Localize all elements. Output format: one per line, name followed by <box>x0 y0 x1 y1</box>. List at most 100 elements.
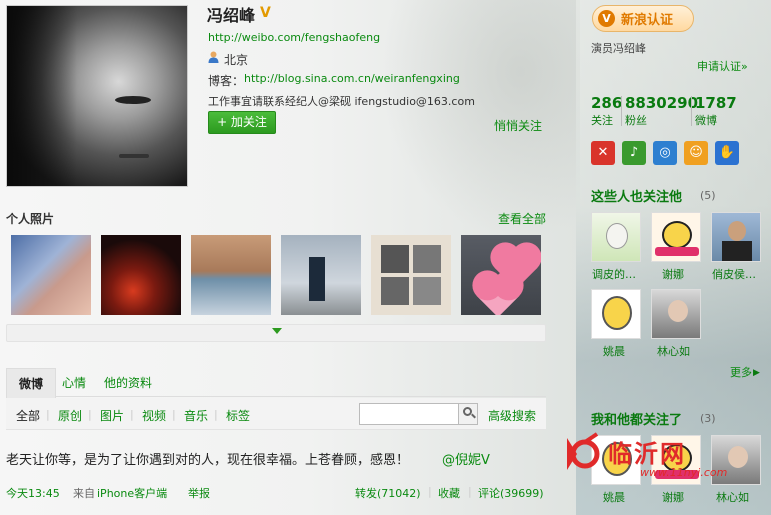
apply-verify-link[interactable]: 申请认证» <box>697 58 748 74</box>
photo-frame <box>413 277 441 305</box>
weibo-url-link[interactable]: http://weibo.com/fengshaofeng <box>208 31 380 44</box>
filter-separator: | <box>88 408 92 421</box>
app-icon-hand[interactable]: ✋ <box>715 141 739 165</box>
photo-thumbnail[interactable] <box>461 235 541 315</box>
more-link[interactable]: 更多 <box>730 364 752 380</box>
user-name[interactable]: 林心如 <box>716 489 749 505</box>
verify-description: 演员冯绍峰 <box>591 42 646 55</box>
search-input[interactable] <box>359 403 459 425</box>
app-icon-orange[interactable]: ☺ <box>684 141 708 165</box>
follow-also-title: 这些人也关注他 <box>591 190 683 205</box>
photo-face <box>728 446 748 468</box>
blog-link[interactable]: http://blog.sina.com.cn/weiranfengxing <box>244 72 460 85</box>
photo-thumbnail[interactable] <box>101 235 181 315</box>
filter-separator: | <box>172 408 176 421</box>
post-mention-link[interactable]: @倪妮V <box>442 449 490 468</box>
tab-bar <box>6 367 546 397</box>
action-separator: | <box>468 485 472 498</box>
weibo-count[interactable]: 1787 <box>695 94 737 112</box>
quiet-follow-link[interactable]: 悄悄关注 <box>494 117 542 134</box>
tab-profile[interactable]: 他的资料 <box>104 374 152 391</box>
photo-face <box>728 221 746 241</box>
user-name[interactable]: 谢娜 <box>662 489 684 505</box>
app-icon-red[interactable]: ✕ <box>591 141 615 165</box>
weibo-label[interactable]: 微博 <box>695 112 717 128</box>
cartoon-face <box>662 221 692 249</box>
profile-location: 北京 <box>224 53 249 67</box>
photo-thumbnail[interactable] <box>11 235 91 315</box>
background-decoration <box>380 0 580 240</box>
photo-thumbnail[interactable] <box>191 235 271 315</box>
user-avatar[interactable] <box>591 212 641 262</box>
filter-separator: | <box>214 408 218 421</box>
watermark-url: www.11nyi.com <box>640 466 728 479</box>
more-arrow-icon[interactable]: ▶ <box>753 368 760 378</box>
favorite-link[interactable]: 收藏 <box>438 485 460 501</box>
filter-videos[interactable]: 视频 <box>142 407 166 424</box>
photo-face <box>668 300 688 322</box>
verify-v-icon: V <box>598 10 615 27</box>
app-icon-green[interactable]: ♪ <box>622 141 646 165</box>
user-location-icon <box>208 51 219 63</box>
filter-tags[interactable]: 标签 <box>226 407 250 424</box>
mutual-follow-count: (3) <box>700 412 716 425</box>
user-name[interactable]: 调皮的… <box>592 266 636 282</box>
user-avatar[interactable] <box>651 289 701 339</box>
cartoon-face <box>602 296 632 330</box>
repost-link[interactable]: 转发(71042) <box>355 485 421 501</box>
profile-name: 冯绍峰 <box>207 6 256 25</box>
user-name[interactable]: 谢娜 <box>662 266 684 282</box>
user-avatar[interactable] <box>591 289 641 339</box>
user-name[interactable]: 俏皮侯… <box>712 266 756 282</box>
filter-all[interactable]: 全部 <box>16 407 40 424</box>
fans-label[interactable]: 粉丝 <box>625 112 647 128</box>
watermark-logo <box>567 432 600 470</box>
post-time-link[interactable]: 今天13:45 <box>6 485 60 501</box>
blog-label: 博客： <box>208 74 245 88</box>
filter-music[interactable]: 音乐 <box>184 407 208 424</box>
profile-avatar[interactable] <box>6 5 188 187</box>
follow-also-count: (5) <box>700 189 716 202</box>
verified-v-icon: V <box>260 5 271 21</box>
photo-thumbnail[interactable] <box>371 235 451 315</box>
user-name[interactable]: 姚晨 <box>603 489 625 505</box>
filter-separator: | <box>130 408 134 421</box>
photo-frame <box>381 245 409 273</box>
post-report-link[interactable]: 举报 <box>188 485 210 501</box>
stat-divider <box>691 96 692 126</box>
follow-button[interactable]: + 加关注 <box>208 111 276 134</box>
tab-mood[interactable]: 心情 <box>62 374 86 391</box>
name-banner <box>655 247 699 256</box>
watermark-brand: 临沂网 <box>608 439 686 468</box>
user-avatar[interactable] <box>711 212 761 262</box>
user-name[interactable]: 姚晨 <box>603 343 625 359</box>
action-separator: | <box>428 485 432 498</box>
photo-person-figure <box>309 257 325 301</box>
user-avatar[interactable] <box>651 212 701 262</box>
mutual-follow-title: 我和他都关注了 <box>591 413 683 428</box>
filter-separator: | <box>46 408 50 421</box>
advanced-search-link[interactable]: 高级搜索 <box>488 407 536 424</box>
avatar-shadow <box>7 6 77 186</box>
following-count[interactable]: 286 <box>591 94 622 112</box>
heart-icon <box>476 274 520 315</box>
app-icon-blue[interactable]: ◎ <box>653 141 677 165</box>
photo-thumbnail[interactable] <box>281 235 361 315</box>
photos-view-all-link[interactable]: 查看全部 <box>498 210 546 227</box>
filter-images[interactable]: 图片 <box>100 407 124 424</box>
fans-count[interactable]: 8830290 <box>625 94 698 112</box>
photo-frame <box>381 277 409 305</box>
avatar-mouth <box>119 154 149 158</box>
following-label[interactable]: 关注 <box>591 112 613 128</box>
photos-section-title: 个人照片 <box>6 212 55 226</box>
filter-original[interactable]: 原创 <box>58 407 82 424</box>
comment-link[interactable]: 评论(39699) <box>478 485 544 501</box>
expand-arrow-icon[interactable] <box>272 328 282 334</box>
tab-weibo[interactable]: 微博 <box>6 368 56 398</box>
stat-divider <box>621 96 622 126</box>
post-client-link[interactable]: iPhone客户端 <box>97 485 167 501</box>
post-from-label: 来自 <box>73 487 95 500</box>
avatar-eye <box>115 96 151 104</box>
user-name[interactable]: 林心如 <box>657 343 690 359</box>
contact-info: 工作事宜请联系经纪人@梁砚 ifengstudio@163.com <box>208 95 475 108</box>
